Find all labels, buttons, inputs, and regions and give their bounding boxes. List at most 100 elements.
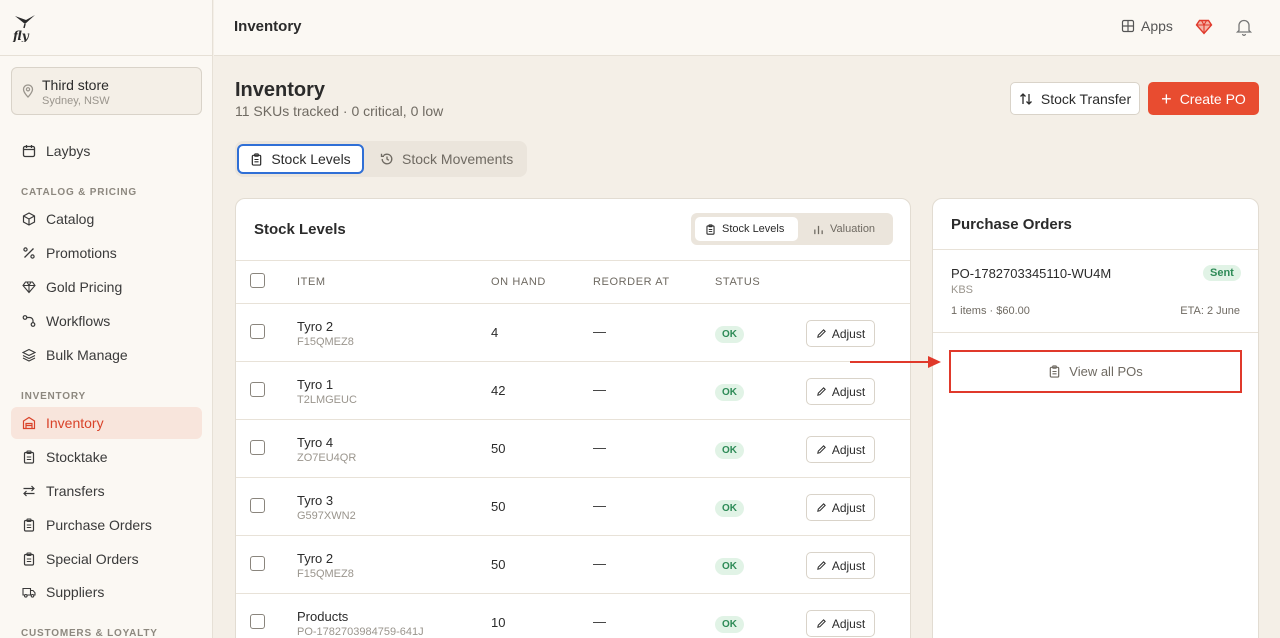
topbar-title: Inventory [234,18,302,35]
status-badge: OK [715,500,744,517]
clipboard-icon [706,223,715,235]
item-name: Tyro 2 [297,319,334,334]
section-customers-loyalty: CUSTOMERS & LOYALTY [21,628,158,638]
table-row: Tyro 3 G597XWN2 50 — OK Adjust [236,478,910,536]
status-badge: OK [715,558,744,575]
row-checkbox[interactable] [250,614,265,629]
column-header-status[interactable]: STATUS [715,276,760,288]
adjust-label: Adjust [831,326,866,341]
divider [933,332,1258,333]
segment-valuation[interactable]: Valuation [803,217,889,241]
percent-icon [21,246,36,261]
table-row: Tyro 1 T2LMGEUC 42 — OK Adjust [236,362,910,420]
adjust-button[interactable]: Adjust [806,552,875,579]
adjust-label: Adjust [831,442,866,457]
card-title: Stock Levels [254,221,346,238]
row-checkbox[interactable] [250,382,265,397]
column-header-item[interactable]: ITEM [297,276,326,288]
clipboard-icon [252,152,262,166]
sidebar-item-purchase-orders[interactable]: Purchase Orders [11,509,202,541]
sidebar-item-suppliers[interactable]: Suppliers [11,576,202,608]
tab-stock-movements[interactable]: Stock Movements [380,144,515,174]
sidebar-item-label: Bulk Manage [46,347,128,363]
on-hand-value: 42 [491,383,506,398]
row-checkbox[interactable] [250,556,265,571]
history-icon [380,153,393,165]
stock-levels-card: Stock Levels Stock Levels Valuation ITEM… [235,198,911,638]
item-name: Products [297,609,349,624]
sidebar-item-label: Transfers [46,483,105,499]
gem-icon[interactable] [1195,18,1213,36]
table-row: Tyro 2 F15QMEZ8 4 — OK Adjust [236,304,910,362]
select-all-checkbox[interactable] [250,273,265,288]
annotation-arrow-icon [850,356,941,368]
sidebar-item-label: Catalog [46,211,95,227]
map-pin-icon [22,84,34,98]
po-status-badge: Sent [1203,265,1241,281]
segment-label: Stock Levels [722,223,785,235]
fly-logo[interactable]: fly [12,12,38,42]
item-name: Tyro 3 [297,493,334,508]
apps-button[interactable]: Apps [1121,18,1173,34]
status-badge: OK [715,616,744,633]
row-checkbox[interactable] [250,440,265,455]
tab-label: Stock Movements [402,151,514,167]
svg-text:fly: fly [12,29,30,42]
item-sku: F15QMEZ8 [297,568,354,580]
segment-stock-levels[interactable]: Stock Levels [695,217,798,241]
pencil-icon [816,619,826,628]
po-number[interactable]: PO-1782703345110-WU4M [951,266,1111,281]
section-inventory: INVENTORY [21,391,86,402]
stock-transfer-button[interactable]: Stock Transfer [1010,82,1140,115]
reorder-value: — [593,440,606,455]
bar-chart-icon [814,225,823,234]
sidebar-item-promotions[interactable]: Promotions [11,237,202,269]
row-checkbox[interactable] [250,324,265,339]
item-name: Tyro 4 [297,435,334,450]
sidebar-item-workflows[interactable]: Workflows [11,305,202,337]
pencil-icon [816,561,826,570]
sidebar-item-bulk-manage[interactable]: Bulk Manage [11,339,202,371]
reorder-value: — [593,614,606,629]
sidebar-item-laybys[interactable]: Laybys [11,135,202,167]
sidebar-item-catalog[interactable]: Catalog [11,203,202,235]
create-po-button[interactable]: + Create PO [1148,82,1259,115]
create-po-label: Create PO [1179,90,1246,107]
clipboard-icon [21,552,36,567]
segment-label: Valuation [830,223,876,235]
column-header-on-hand[interactable]: ON HAND [491,276,546,288]
bell-icon[interactable] [1235,17,1253,37]
divider [0,55,213,56]
topbar: Inventory Apps [214,0,1280,56]
adjust-button[interactable]: Adjust [806,494,875,521]
adjust-button[interactable]: Adjust [806,320,875,347]
sidebar-item-transfers[interactable]: Transfers [11,475,202,507]
sidebar-item-stocktake[interactable]: Stocktake [11,441,202,473]
page-title: Inventory [235,79,326,101]
page-subtitle: 11 SKUs tracked · 0 critical, 0 low [235,103,444,119]
clipboard-icon [1049,365,1060,378]
store-name: Third store [42,77,109,93]
adjust-button[interactable]: Adjust [806,436,875,463]
reorder-value: — [593,382,606,397]
reorder-value: — [593,324,606,339]
grid-icon [1121,19,1135,33]
table-row: Products PO-1782703984759-641J 10 — OK A… [236,594,910,638]
row-checkbox[interactable] [250,498,265,513]
sidebar-item-special-orders[interactable]: Special Orders [11,543,202,575]
sidebar-item-gold-pricing[interactable]: Gold Pricing [11,271,202,303]
view-all-pos-button[interactable]: View all POs [949,350,1242,393]
clipboard-icon [21,450,36,465]
pencil-icon [816,387,826,396]
po-supplier: KBS [951,284,974,296]
sidebar-item-inventory[interactable]: Inventory [11,407,202,439]
view-all-label: View all POs [1069,364,1143,379]
adjust-button[interactable]: Adjust [806,610,875,637]
tab-stock-levels[interactable]: Stock Levels [237,144,364,174]
sidebar-item-label: Special Orders [46,551,139,567]
on-hand-value: 50 [491,557,506,572]
sidebar-item-label: Gold Pricing [46,279,123,295]
store-selector[interactable]: Third store Sydney, NSW [11,67,202,115]
adjust-button[interactable]: Adjust [806,378,875,405]
column-header-reorder-at[interactable]: REORDER AT [593,276,670,288]
